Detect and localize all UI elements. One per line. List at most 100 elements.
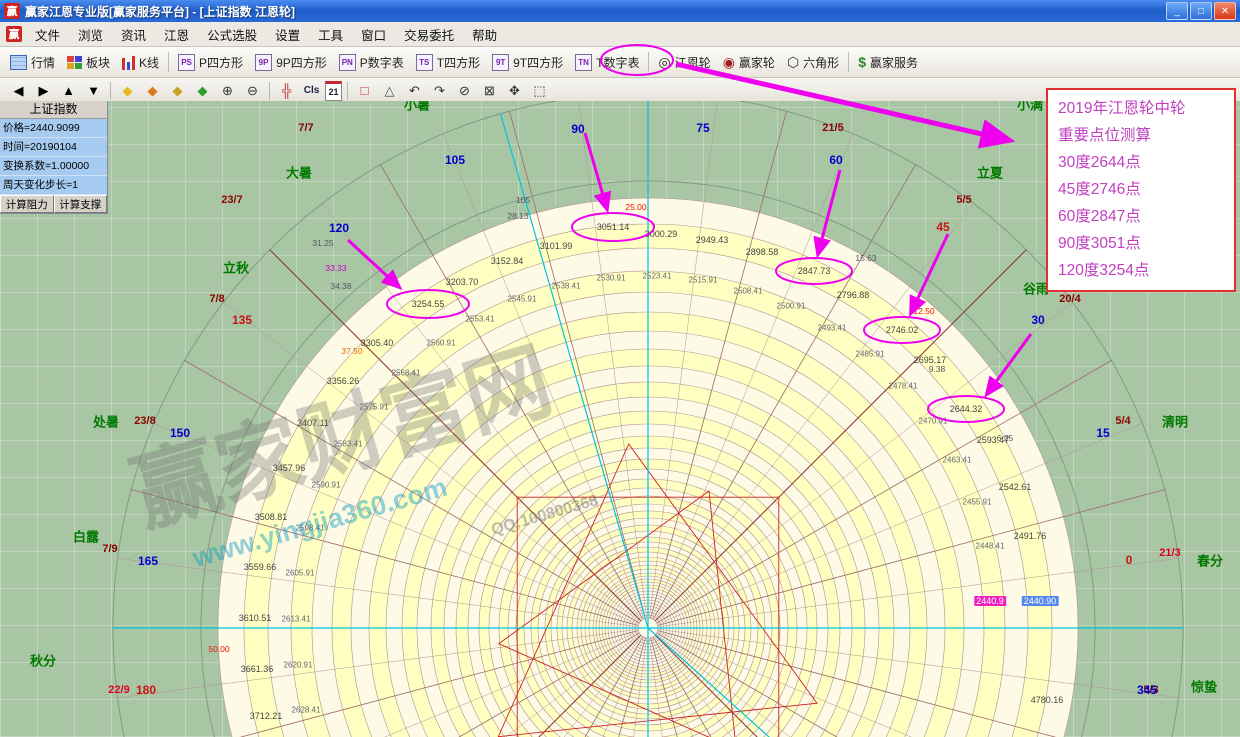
menu-gann[interactable]: 江恩	[155, 22, 198, 47]
rotate-ccw-button[interactable]: ↶	[403, 80, 426, 102]
price-ring-label: 3203.70	[446, 277, 479, 287]
delete-box-button[interactable]: ⊠	[478, 80, 501, 102]
price-ring-label: 2746.02	[886, 325, 919, 335]
menu-browse[interactable]: 浏览	[69, 22, 112, 47]
zoom-in-button[interactable]: ⊕	[216, 80, 239, 102]
price-ring-label: 3661.36	[241, 664, 274, 674]
solar-term-label: 处暑	[93, 412, 119, 431]
mid-ring-label: 2575.91	[360, 403, 389, 412]
gann-wheel-icon: ◎	[658, 55, 670, 69]
toolbar-item-gann-wheel[interactable]: ◎ 江恩轮	[652, 51, 716, 74]
toolbar-separator	[648, 52, 649, 72]
toolbar-item-quotes[interactable]: 行情	[4, 51, 61, 74]
block-square	[67, 63, 74, 69]
solar-term-label: 惊蛰	[1191, 677, 1217, 696]
solar-term-label: 春分	[1197, 551, 1223, 570]
menu-trade-order[interactable]: 交易委托	[395, 22, 463, 47]
cls-button[interactable]: Cls	[300, 80, 323, 102]
price-ring-label: 2644.32	[950, 404, 983, 414]
select-rect-button[interactable]: ⬚	[528, 80, 551, 102]
diamond-tool-orange[interactable]: ◆	[141, 80, 164, 102]
toolbar-item-9p-square[interactable]: 9P9P四方形	[249, 51, 333, 74]
price-ring-label: 2949.43	[696, 235, 729, 245]
arrow-down-button[interactable]: ▼	[82, 80, 105, 102]
mid-ring-label: 2545.91	[508, 295, 537, 304]
price-ring-label: 2796.88	[837, 290, 870, 300]
symbol-title: 上证指数	[0, 101, 107, 119]
toolbar-item-gann-wheel-label: 江恩轮	[675, 54, 711, 71]
annotation-lines: 2019年江恩轮中轮重要点位测算30度2644点45度2746点60度2847点…	[1058, 95, 1224, 284]
minimize-button[interactable]: _	[1166, 2, 1188, 20]
nav-back-button[interactable]: ◀	[7, 80, 30, 102]
maximize-button[interactable]: □	[1190, 2, 1212, 20]
mid-ring-label: 2508.41	[734, 287, 763, 296]
price-ring-label: 3407.11	[297, 418, 329, 428]
solar-term-label: 立秋	[223, 258, 249, 277]
rect-tool-button[interactable]: □	[353, 80, 376, 102]
info-row: 变换系数=1.00000	[0, 157, 107, 176]
circle-tool-button[interactable]: ⊘	[453, 80, 476, 102]
calc-resistance-button[interactable]: 计算阻力	[0, 195, 54, 213]
toolbar-item-winner-wheel[interactable]: ◉赢家轮	[717, 51, 781, 74]
menu-window[interactable]: 窗口	[352, 22, 395, 47]
toolbar-item-9t-square[interactable]: 9T9T四方形	[486, 51, 569, 74]
triangle-tool-button[interactable]: △	[378, 80, 401, 102]
toolbar-item-p-table[interactable]: PNP数字表	[333, 51, 410, 74]
price-ring-label: 3051.14	[597, 222, 630, 232]
solar-term-label: 小暑	[404, 101, 430, 114]
mid-ring-label: 2523.41	[643, 272, 672, 281]
close-button[interactable]: ✕	[1214, 2, 1236, 20]
toolbar-separator	[168, 52, 169, 72]
toolbar-item-t-square-label: T四方形	[437, 54, 480, 71]
toolbar-item-t-table[interactable]: TNT数字表	[569, 51, 645, 74]
toolbar-item-sectors[interactable]: 板块	[61, 51, 116, 74]
mid-ring-label: 2455.91	[963, 498, 992, 507]
toolbar-item-winner-wheel-label: 赢家轮	[739, 54, 775, 71]
arrow-up-button[interactable]: ▲	[57, 80, 80, 102]
measure-tool-button[interactable]: ╬	[275, 80, 298, 102]
nav-forward-button[interactable]: ▶	[32, 80, 55, 102]
annotation-line: 120度3254点	[1058, 257, 1224, 284]
rotate-cw-button[interactable]: ↷	[428, 80, 451, 102]
candle	[122, 58, 125, 70]
toolbar-item-winner-service[interactable]: $赢家服务	[852, 51, 924, 74]
app-logo-small-icon: 赢	[6, 26, 22, 42]
menu-settings[interactable]: 设置	[266, 22, 309, 47]
toolbar-item-p-square[interactable]: PSP四方形	[172, 51, 249, 74]
calc-support-button[interactable]: 计算支撑	[54, 195, 108, 213]
degree-mark-label: 37.50	[341, 346, 362, 356]
degree-mark-label: 9.38	[929, 364, 946, 374]
zoom-out-button[interactable]: ⊖	[241, 80, 264, 102]
move-tool-button[interactable]: ✥	[503, 80, 526, 102]
diamond-tool-green[interactable]: ◆	[191, 80, 214, 102]
menu-formula-stock-picking[interactable]: 公式选股	[198, 22, 266, 47]
toolbar-item-t-square[interactable]: TST四方形	[410, 51, 486, 74]
annotation-line: 2019年江恩轮中轮	[1058, 95, 1224, 122]
angle-label: 180	[136, 683, 156, 697]
menu-file[interactable]: 文件	[26, 22, 69, 47]
date-label: 7/7	[298, 122, 313, 134]
mid-ring-label: 2530.91	[597, 274, 626, 283]
degree-mark-label: 12.50	[913, 306, 934, 316]
menu-help[interactable]: 帮助	[463, 22, 506, 47]
mid-ring-label: 2628.41	[292, 706, 321, 715]
toolbar-item-kline-label: K线	[139, 54, 159, 71]
annotation-line: 重要点位测算	[1058, 122, 1224, 149]
toolbar-item-kline[interactable]: K线	[116, 51, 165, 74]
date-label: 20/4	[1059, 293, 1080, 305]
info-row: 时间=20190104	[0, 138, 107, 157]
menu-tools[interactable]: 工具	[309, 22, 352, 47]
menu-news[interactable]: 资讯	[112, 22, 155, 47]
diamond-tool-gold[interactable]: ◆	[166, 80, 189, 102]
toolbar-separator	[347, 82, 348, 100]
info-panel-buttons: 计算阻力计算支撑	[0, 195, 107, 213]
mid-ring-label: 2538.41	[552, 282, 581, 291]
price-ring-label: 2898.58	[746, 247, 779, 257]
date-label: 23/8	[134, 415, 155, 427]
toolbar-item-hexagon[interactable]: ⬡六角形	[781, 51, 845, 74]
diamond-tool-yellow[interactable]: ◆	[116, 80, 139, 102]
mid-ring-label: 2605.91	[286, 569, 315, 578]
calendar-button[interactable]: 21	[325, 81, 342, 101]
angle-label: 150	[170, 426, 190, 440]
annotation-line: 45度2746点	[1058, 176, 1224, 203]
